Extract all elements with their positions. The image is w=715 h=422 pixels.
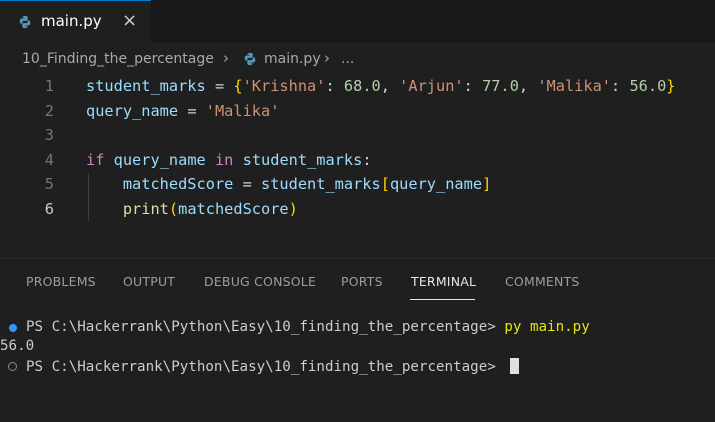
terminal-output: 56.0 (0, 338, 35, 354)
chevron-right-icon: › (324, 49, 330, 67)
breadcrumb-file[interactable]: main.py (264, 51, 321, 67)
code-token: print (122, 199, 169, 218)
code-token: 'Arjun' (399, 77, 464, 95)
code-text: student_marks = {'Krishna': 68.0, 'Arjun… (86, 77, 676, 95)
code-line[interactable]: 2 query_name = 'Malika' (0, 100, 715, 124)
code-token: query_name (389, 175, 483, 193)
tab-ports[interactable]: PORTS (341, 274, 383, 289)
code-token: , (518, 77, 538, 95)
code-token: ] (482, 175, 492, 193)
code-text: if query_name in student_marks: (86, 151, 372, 169)
tab-terminal[interactable]: TERMINAL (411, 274, 476, 289)
active-tab-indicator (410, 299, 475, 300)
terminal-line: PS C:\Hackerrank\Python\Easy\10_finding_… (0, 319, 590, 339)
tab-label: main.py (41, 12, 102, 30)
breadcrumb-more[interactable]: ... (341, 51, 354, 67)
code-token: student_marks (86, 77, 206, 95)
code-line[interactable]: 3 (0, 124, 715, 148)
code-token: { (233, 77, 243, 95)
breadcrumb-folder[interactable]: 10_Finding_the_percentage (22, 51, 214, 67)
line-number: 3 (44, 126, 54, 144)
line-number: 2 (44, 101, 54, 120)
code-token: student_marks (261, 175, 381, 193)
code-token: 56.0 (629, 77, 667, 95)
python-file-icon (243, 52, 257, 66)
code-token: 68.0 (343, 77, 381, 95)
code-token: = (205, 77, 234, 95)
code-token: = (178, 101, 206, 120)
line-number: 6 (44, 199, 54, 218)
line-number: 5 (44, 175, 54, 193)
code-token: 'Malika' (205, 101, 280, 120)
code-token: if (86, 150, 105, 169)
bottom-panel: PROBLEMS OUTPUT DEBUG CONSOLE PORTS TERM… (0, 258, 715, 401)
code-token: : (362, 150, 372, 169)
code-token: matchedScore (178, 199, 289, 218)
code-text: matchedScore = student_marks[query_name] (86, 175, 491, 193)
tab-debug-console[interactable]: DEBUG CONSOLE (204, 274, 316, 289)
terminal-command: py main.py (504, 319, 590, 335)
code-token: = (233, 175, 261, 193)
code-token: 'Krishna' (242, 77, 326, 95)
code-token: query_name (113, 150, 206, 169)
terminal-prompt: PS C:\Hackerrank\Python\Easy\10_finding_… (26, 319, 505, 335)
terminal-cursor (510, 358, 520, 374)
code-token: 77.0 (482, 77, 519, 95)
code-token: matchedScore (122, 175, 234, 193)
line-number: 4 (44, 150, 54, 169)
code-token: 'Malika' (537, 77, 612, 95)
terminal-line: PS C:\Hackerrank\Python\Easy\10_finding_… (0, 358, 520, 378)
code-token: : (325, 77, 344, 95)
code-token: ( (168, 199, 179, 218)
code-token: in (214, 150, 234, 169)
python-file-icon (18, 15, 32, 29)
code-token: } (666, 77, 676, 95)
tab-output[interactable]: OUTPUT (123, 274, 175, 289)
code-token: , (380, 77, 400, 95)
command-pending-icon (8, 362, 17, 371)
code-text: print(matchedScore) (86, 200, 298, 218)
tab-problems[interactable]: PROBLEMS (26, 274, 96, 289)
tab-main-py[interactable]: main.py × (0, 0, 151, 43)
terminal-prompt: PS C:\Hackerrank\Python\Easy\10_finding_… (26, 359, 505, 375)
code-token: student_marks (242, 150, 363, 169)
close-icon[interactable]: × (122, 10, 137, 31)
line-number: 1 (44, 77, 54, 95)
code-token: query_name (86, 101, 179, 120)
code-text: query_name = 'Malika' (86, 102, 279, 120)
code-editor[interactable]: 1 student_marks = {'Krishna': 68.0, 'Arju… (0, 75, 715, 255)
code-token: : (463, 77, 483, 95)
code-token: [ (380, 175, 390, 193)
editor-tab-bar: main.py × (0, 0, 715, 43)
code-line[interactable]: 5 matchedScore = student_marks[query_nam… (0, 173, 715, 197)
code-line[interactable]: 4 if query_name in student_marks: (0, 149, 715, 173)
code-token: ) (288, 199, 298, 218)
terminal-line: 56.0 (0, 338, 51, 358)
code-token: : (611, 77, 630, 95)
breadcrumb: 10_Finding_the_percentage › main.py › ..… (0, 43, 715, 75)
tab-comments[interactable]: COMMENTS (505, 274, 580, 289)
code-line[interactable]: 6 print(matchedScore) (0, 198, 715, 222)
chevron-right-icon: › (223, 49, 229, 67)
code-line[interactable]: 1 student_marks = {'Krishna': 68.0, 'Arju… (0, 75, 715, 99)
command-success-icon (9, 324, 17, 332)
